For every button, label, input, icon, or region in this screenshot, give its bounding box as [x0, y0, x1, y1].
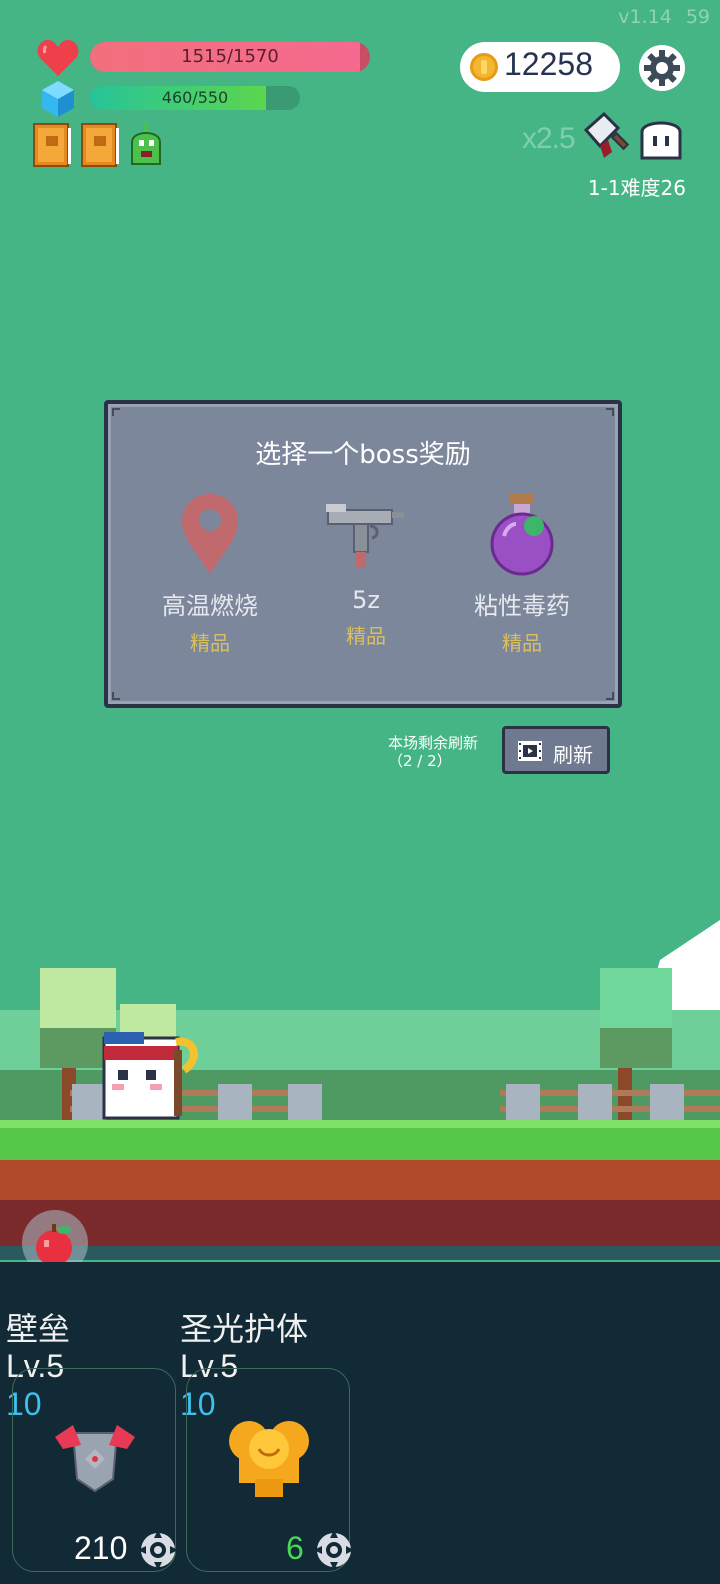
game-scene — [0, 920, 720, 1260]
video-ad-icon — [518, 741, 542, 761]
hero-character — [102, 1032, 198, 1120]
hp-text: 1515/1570 — [181, 46, 279, 67]
coin-counter: 12258 — [460, 42, 620, 92]
reward-option-poison[interactable]: 粘性毒药 精品 — [447, 492, 597, 656]
holy-shield-icon — [229, 1421, 309, 1497]
refresh-label: 刷新 — [553, 743, 593, 767]
reward-grade: 精品 — [502, 631, 542, 655]
panel-corner — [112, 692, 120, 700]
mp-text: 460/550 — [161, 88, 229, 107]
version-text: v1.14 — [618, 6, 672, 28]
reward-grade: 精品 — [346, 624, 386, 648]
refresh-hint-label: 本场剩余刷新 — [388, 734, 479, 752]
saw-blade-icon — [138, 1530, 178, 1570]
book-icon[interactable] — [80, 122, 120, 168]
panel-corner — [112, 408, 120, 416]
slime-icon[interactable] — [126, 122, 166, 168]
armor-icon — [55, 1425, 135, 1493]
cleaver-icon — [583, 112, 630, 158]
upgrade-cost: 210 — [74, 1530, 128, 1566]
skill-name: 壁垒 — [6, 1310, 71, 1348]
hp-bar: 1515/1570 — [90, 42, 370, 72]
heart-icon — [37, 40, 79, 76]
dirt — [0, 1160, 720, 1200]
reward-grade: 精品 — [190, 631, 230, 655]
book-icon[interactable] — [32, 122, 72, 168]
coin-value: 12258 — [504, 46, 593, 82]
stage-difficulty: 1-1难度26 — [587, 176, 686, 200]
panel-corner — [606, 692, 614, 700]
ghost-icon[interactable] — [638, 116, 684, 162]
refresh-button[interactable]: 刷新 — [502, 726, 610, 774]
gear-icon[interactable] — [638, 44, 686, 92]
version-label: v1.14 59 — [604, 6, 710, 28]
panel-corner — [606, 408, 614, 416]
reward-name: 粘性毒药 — [474, 592, 570, 620]
boss-reward-panel: 选择一个boss奖励 高温燃烧 精品 5z 精品 粘性毒药 精品 — [104, 400, 622, 708]
skill-name: 圣光护体 — [180, 1310, 309, 1348]
fps-counter: 59 — [685, 6, 710, 28]
uzi-gun-icon — [326, 504, 404, 568]
reward-option-burn[interactable]: 高温燃烧 精品 — [135, 492, 285, 656]
crystal-icon — [42, 81, 74, 117]
water-line — [0, 1246, 720, 1260]
panel-title: 选择一个boss奖励 — [255, 440, 471, 470]
upgrade-cost: 6 — [286, 1530, 304, 1566]
game-speed-label[interactable]: x2.5 — [522, 122, 576, 156]
dirt-deep — [0, 1200, 720, 1246]
saw-blade-icon — [314, 1530, 354, 1570]
refresh-remaining: 本场剩余刷新 （2 / 2） — [388, 734, 478, 770]
reward-name: 高温燃烧 — [162, 592, 258, 620]
coin-icon — [470, 53, 498, 81]
reward-option-uzi[interactable]: 5z 精品 — [291, 492, 441, 649]
reward-name: 5z — [352, 586, 380, 614]
refresh-count: （2 / 2） — [388, 752, 452, 770]
map-pin-icon — [182, 494, 238, 574]
poison-flask-icon — [490, 494, 554, 576]
mp-bar: 460/550 — [90, 86, 300, 110]
